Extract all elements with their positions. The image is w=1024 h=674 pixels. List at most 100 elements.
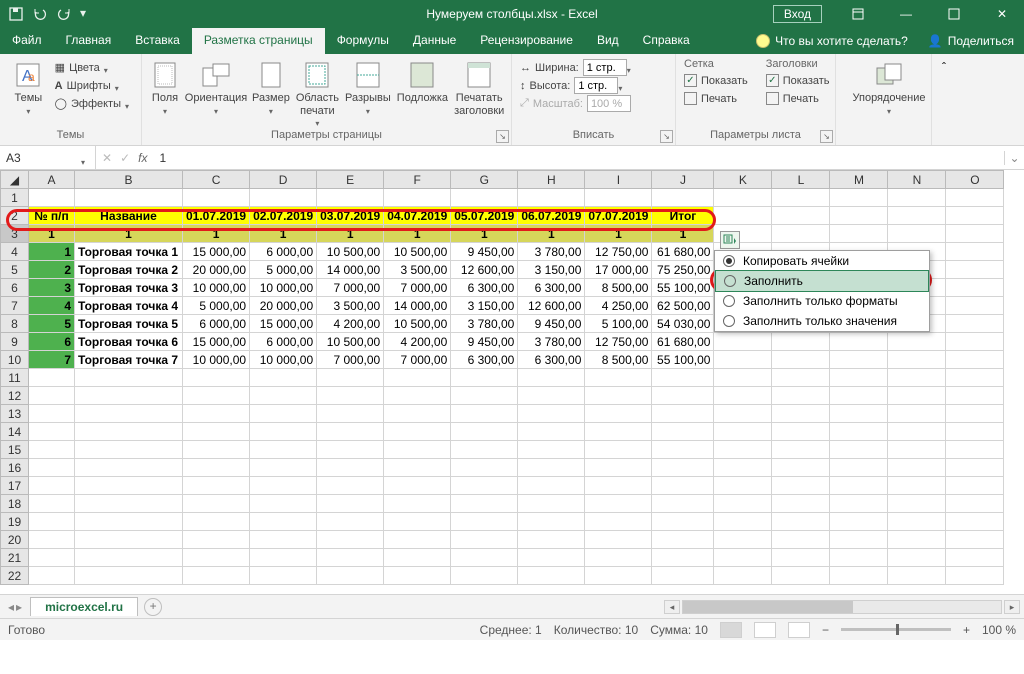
page-setup-launcher[interactable]: ↘ bbox=[496, 130, 509, 143]
cell[interactable]: 9 450,00 bbox=[451, 333, 518, 351]
cell[interactable]: 06.07.2019 bbox=[518, 207, 585, 225]
zoom-level[interactable]: 100 % bbox=[982, 623, 1016, 637]
cell[interactable] bbox=[29, 369, 75, 387]
cell[interactable] bbox=[75, 513, 183, 531]
cell[interactable] bbox=[652, 477, 714, 495]
col-header-B[interactable]: B bbox=[75, 171, 183, 189]
cell[interactable] bbox=[585, 387, 652, 405]
cell[interactable]: 4 200,00 bbox=[317, 315, 384, 333]
name-box[interactable]: A3 bbox=[0, 146, 96, 169]
cell[interactable]: 8 500,00 bbox=[585, 279, 652, 297]
tab-рецензирование[interactable]: Рецензирование bbox=[468, 28, 585, 54]
cell[interactable] bbox=[183, 405, 250, 423]
close-button[interactable]: ✕ bbox=[980, 0, 1024, 28]
cell[interactable]: 01.07.2019 bbox=[183, 207, 250, 225]
cell[interactable]: 10 000,00 bbox=[183, 279, 250, 297]
cell[interactable] bbox=[317, 549, 384, 567]
cell[interactable] bbox=[946, 459, 1004, 477]
cell[interactable]: 1 bbox=[75, 225, 183, 243]
cell[interactable]: 1 bbox=[652, 225, 714, 243]
formula-input[interactable]: 1 bbox=[153, 151, 1004, 165]
cell[interactable] bbox=[772, 549, 830, 567]
cell[interactable] bbox=[75, 387, 183, 405]
cell[interactable] bbox=[946, 531, 1004, 549]
cell[interactable] bbox=[518, 459, 585, 477]
cell[interactable] bbox=[317, 189, 384, 207]
fit-launcher[interactable]: ↘ bbox=[660, 130, 673, 143]
cell[interactable] bbox=[75, 423, 183, 441]
cell[interactable]: 5 000,00 bbox=[183, 297, 250, 315]
cell[interactable] bbox=[585, 459, 652, 477]
cell[interactable] bbox=[317, 513, 384, 531]
cell[interactable]: 6 300,00 bbox=[518, 351, 585, 369]
view-page-break[interactable] bbox=[788, 622, 810, 638]
cell[interactable]: 7 000,00 bbox=[384, 351, 451, 369]
share-button[interactable]: 👤Поделиться bbox=[918, 31, 1024, 51]
cell[interactable] bbox=[946, 387, 1004, 405]
col-header-F[interactable]: F bbox=[384, 171, 451, 189]
zoom-out[interactable]: − bbox=[822, 623, 829, 637]
cell[interactable]: 14 000,00 bbox=[384, 297, 451, 315]
cell[interactable]: Торговая точка 6 bbox=[75, 333, 183, 351]
cell[interactable] bbox=[585, 189, 652, 207]
cell[interactable]: 10 000,00 bbox=[250, 279, 317, 297]
cell[interactable] bbox=[585, 477, 652, 495]
orientation-button[interactable]: Ориентация bbox=[186, 58, 246, 115]
cell[interactable] bbox=[585, 441, 652, 459]
cell[interactable] bbox=[250, 423, 317, 441]
autofill-formats[interactable]: Заполнить только форматы bbox=[715, 291, 929, 311]
cell[interactable]: 9 450,00 bbox=[451, 243, 518, 261]
cell[interactable]: 55 100,00 bbox=[652, 351, 714, 369]
hscroll-left[interactable]: ◂ bbox=[664, 600, 680, 614]
cell[interactable] bbox=[384, 477, 451, 495]
cell[interactable] bbox=[714, 495, 772, 513]
cell[interactable] bbox=[888, 459, 946, 477]
tab-файл[interactable]: Файл bbox=[0, 28, 54, 54]
row-header-13[interactable]: 13 bbox=[1, 405, 29, 423]
cell[interactable] bbox=[317, 459, 384, 477]
cell[interactable] bbox=[451, 513, 518, 531]
autofill-options-button[interactable] bbox=[720, 231, 740, 249]
cell[interactable] bbox=[317, 423, 384, 441]
grid-show[interactable]: ✓Показать bbox=[684, 72, 748, 89]
cell[interactable] bbox=[317, 369, 384, 387]
cell[interactable] bbox=[384, 513, 451, 531]
minimize-button[interactable]: — bbox=[884, 0, 928, 28]
cell[interactable] bbox=[518, 477, 585, 495]
cell[interactable] bbox=[183, 441, 250, 459]
cell[interactable]: 10 500,00 bbox=[384, 243, 451, 261]
view-page-layout[interactable] bbox=[754, 622, 776, 638]
themes-button[interactable]: Aa Темы bbox=[8, 58, 49, 115]
cell[interactable]: 3 780,00 bbox=[451, 315, 518, 333]
cell[interactable] bbox=[384, 567, 451, 585]
cell[interactable] bbox=[830, 369, 888, 387]
arrange-button[interactable]: Упорядочение bbox=[844, 58, 934, 115]
cell[interactable] bbox=[714, 531, 772, 549]
background-button[interactable]: Подложка bbox=[397, 58, 448, 107]
cell[interactable] bbox=[250, 405, 317, 423]
redo-icon[interactable] bbox=[56, 6, 72, 22]
cell[interactable] bbox=[830, 567, 888, 585]
col-header-D[interactable]: D bbox=[250, 171, 317, 189]
cell[interactable]: 54 030,00 bbox=[652, 315, 714, 333]
cell[interactable] bbox=[888, 549, 946, 567]
cell[interactable] bbox=[75, 567, 183, 585]
col-header-O[interactable]: O bbox=[946, 171, 1004, 189]
cell[interactable] bbox=[830, 513, 888, 531]
cell[interactable] bbox=[250, 549, 317, 567]
cell[interactable] bbox=[317, 441, 384, 459]
cell[interactable] bbox=[317, 477, 384, 495]
cell[interactable] bbox=[317, 567, 384, 585]
fit-width[interactable]: ↔Ширина: bbox=[520, 59, 667, 76]
cell[interactable] bbox=[75, 477, 183, 495]
cell[interactable] bbox=[946, 369, 1004, 387]
cell[interactable]: Торговая точка 4 bbox=[75, 297, 183, 315]
cell[interactable] bbox=[451, 477, 518, 495]
cell[interactable] bbox=[585, 423, 652, 441]
cell[interactable] bbox=[29, 495, 75, 513]
cell[interactable]: 3 780,00 bbox=[518, 333, 585, 351]
cell[interactable] bbox=[75, 531, 183, 549]
cell[interactable] bbox=[830, 387, 888, 405]
collapse-ribbon-icon[interactable]: ˆ bbox=[932, 54, 956, 145]
cell[interactable]: 12 600,00 bbox=[518, 297, 585, 315]
